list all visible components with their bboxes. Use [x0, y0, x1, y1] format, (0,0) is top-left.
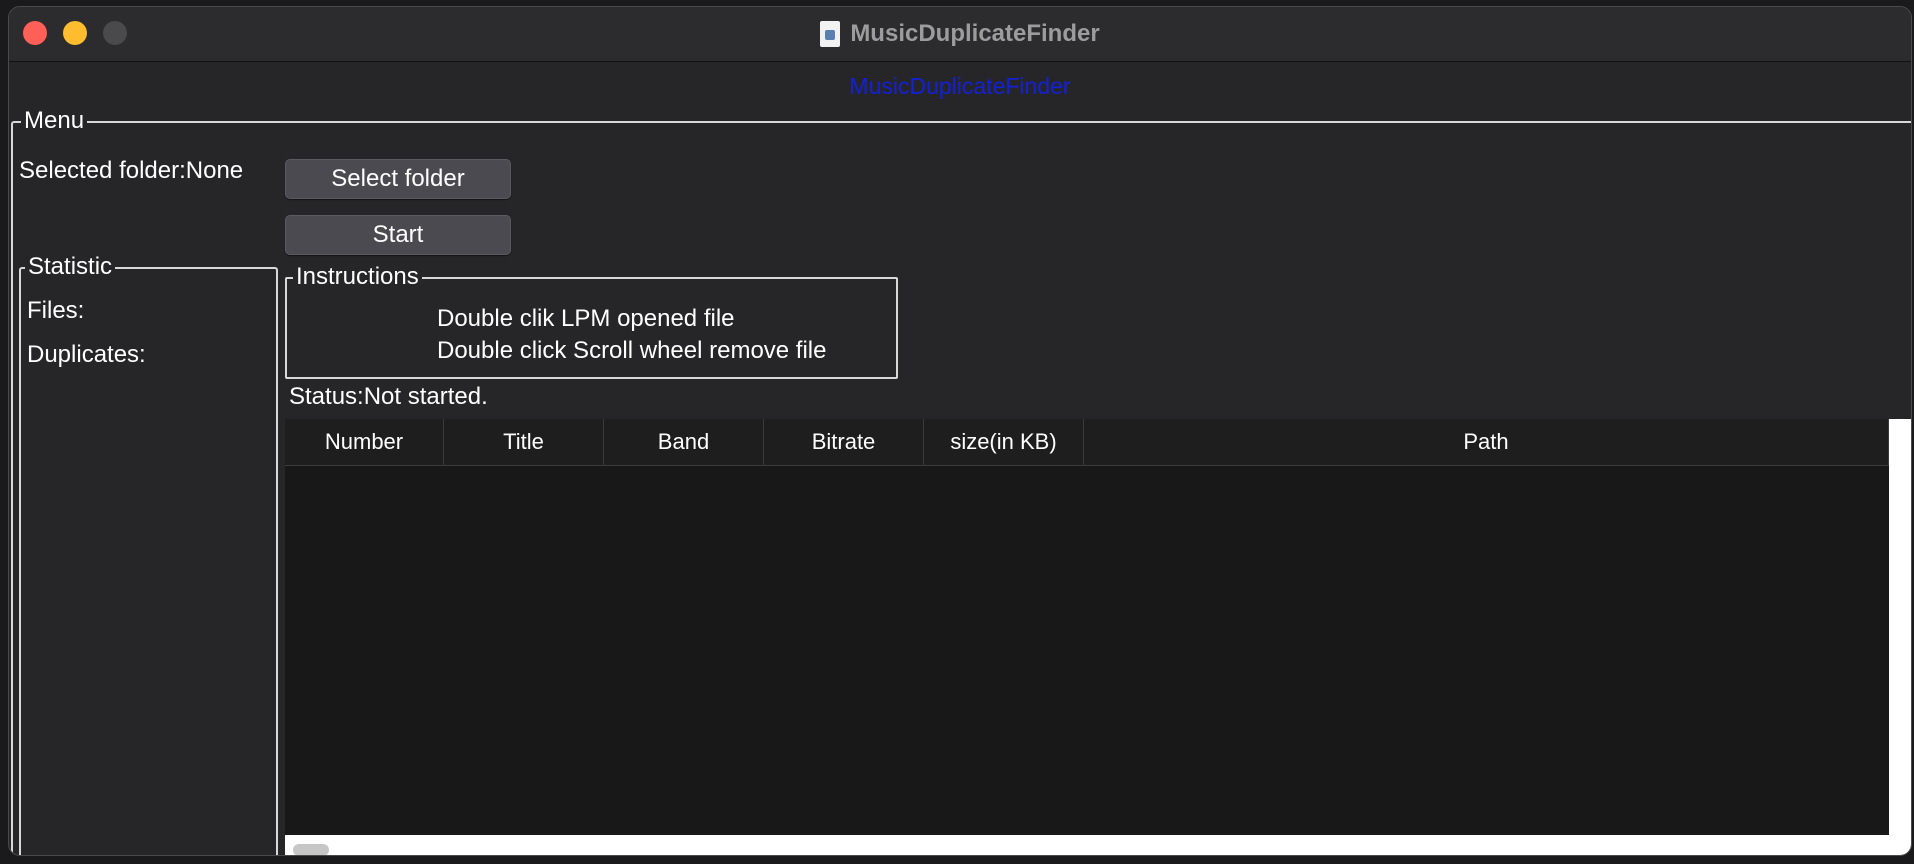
start-button[interactable]: Start: [285, 215, 511, 255]
files-label: Files:: [27, 297, 85, 324]
statistic-group-legend: Statistic: [25, 253, 116, 281]
column-header-bitrate[interactable]: Bitrate: [764, 419, 924, 465]
column-header-path[interactable]: Path: [1084, 419, 1889, 465]
instruction-line-remove: Double click Scroll wheel remove file: [437, 337, 827, 364]
column-header-band[interactable]: Band: [604, 419, 764, 465]
vertical-scrollbar[interactable]: [1889, 419, 1911, 835]
table-header: Number Title Band Bitrate size(in KB) Pa…: [285, 419, 1889, 466]
column-header-title[interactable]: Title: [444, 419, 604, 465]
horizontal-scrollbar[interactable]: [285, 835, 1911, 855]
selected-folder-label: Selected folder:None: [19, 157, 244, 184]
app-window: MusicDuplicateFinder MusicDuplicateFinde…: [8, 6, 1912, 856]
column-header-size[interactable]: size(in KB): [924, 419, 1084, 465]
instruction-line-open: Double clik LPM opened file: [437, 305, 735, 332]
horizontal-scrollbar-thumb[interactable]: [293, 844, 329, 855]
statistic-group: Statistic Files: Duplicates:: [19, 253, 278, 855]
title-bar: MusicDuplicateFinder: [9, 7, 1911, 62]
instructions-group-legend: Instructions: [293, 263, 422, 291]
document-icon: [820, 21, 841, 47]
instructions-group: Instructions Double clik LPM opened file…: [285, 263, 898, 379]
select-folder-button[interactable]: Select folder: [285, 159, 511, 199]
app-banner-title: MusicDuplicateFinder: [849, 73, 1071, 99]
menu-group-legend: Menu: [21, 107, 88, 135]
column-header-number[interactable]: Number: [285, 419, 444, 465]
status-text: Status:Not started.: [289, 383, 488, 410]
results-table[interactable]: Number Title Band Bitrate size(in KB) Pa…: [285, 419, 1889, 835]
duplicates-label: Duplicates:: [27, 341, 146, 368]
window-title: MusicDuplicateFinder: [850, 20, 1100, 47]
menu-group: Menu Selected folder:None Select folder …: [11, 107, 1911, 855]
